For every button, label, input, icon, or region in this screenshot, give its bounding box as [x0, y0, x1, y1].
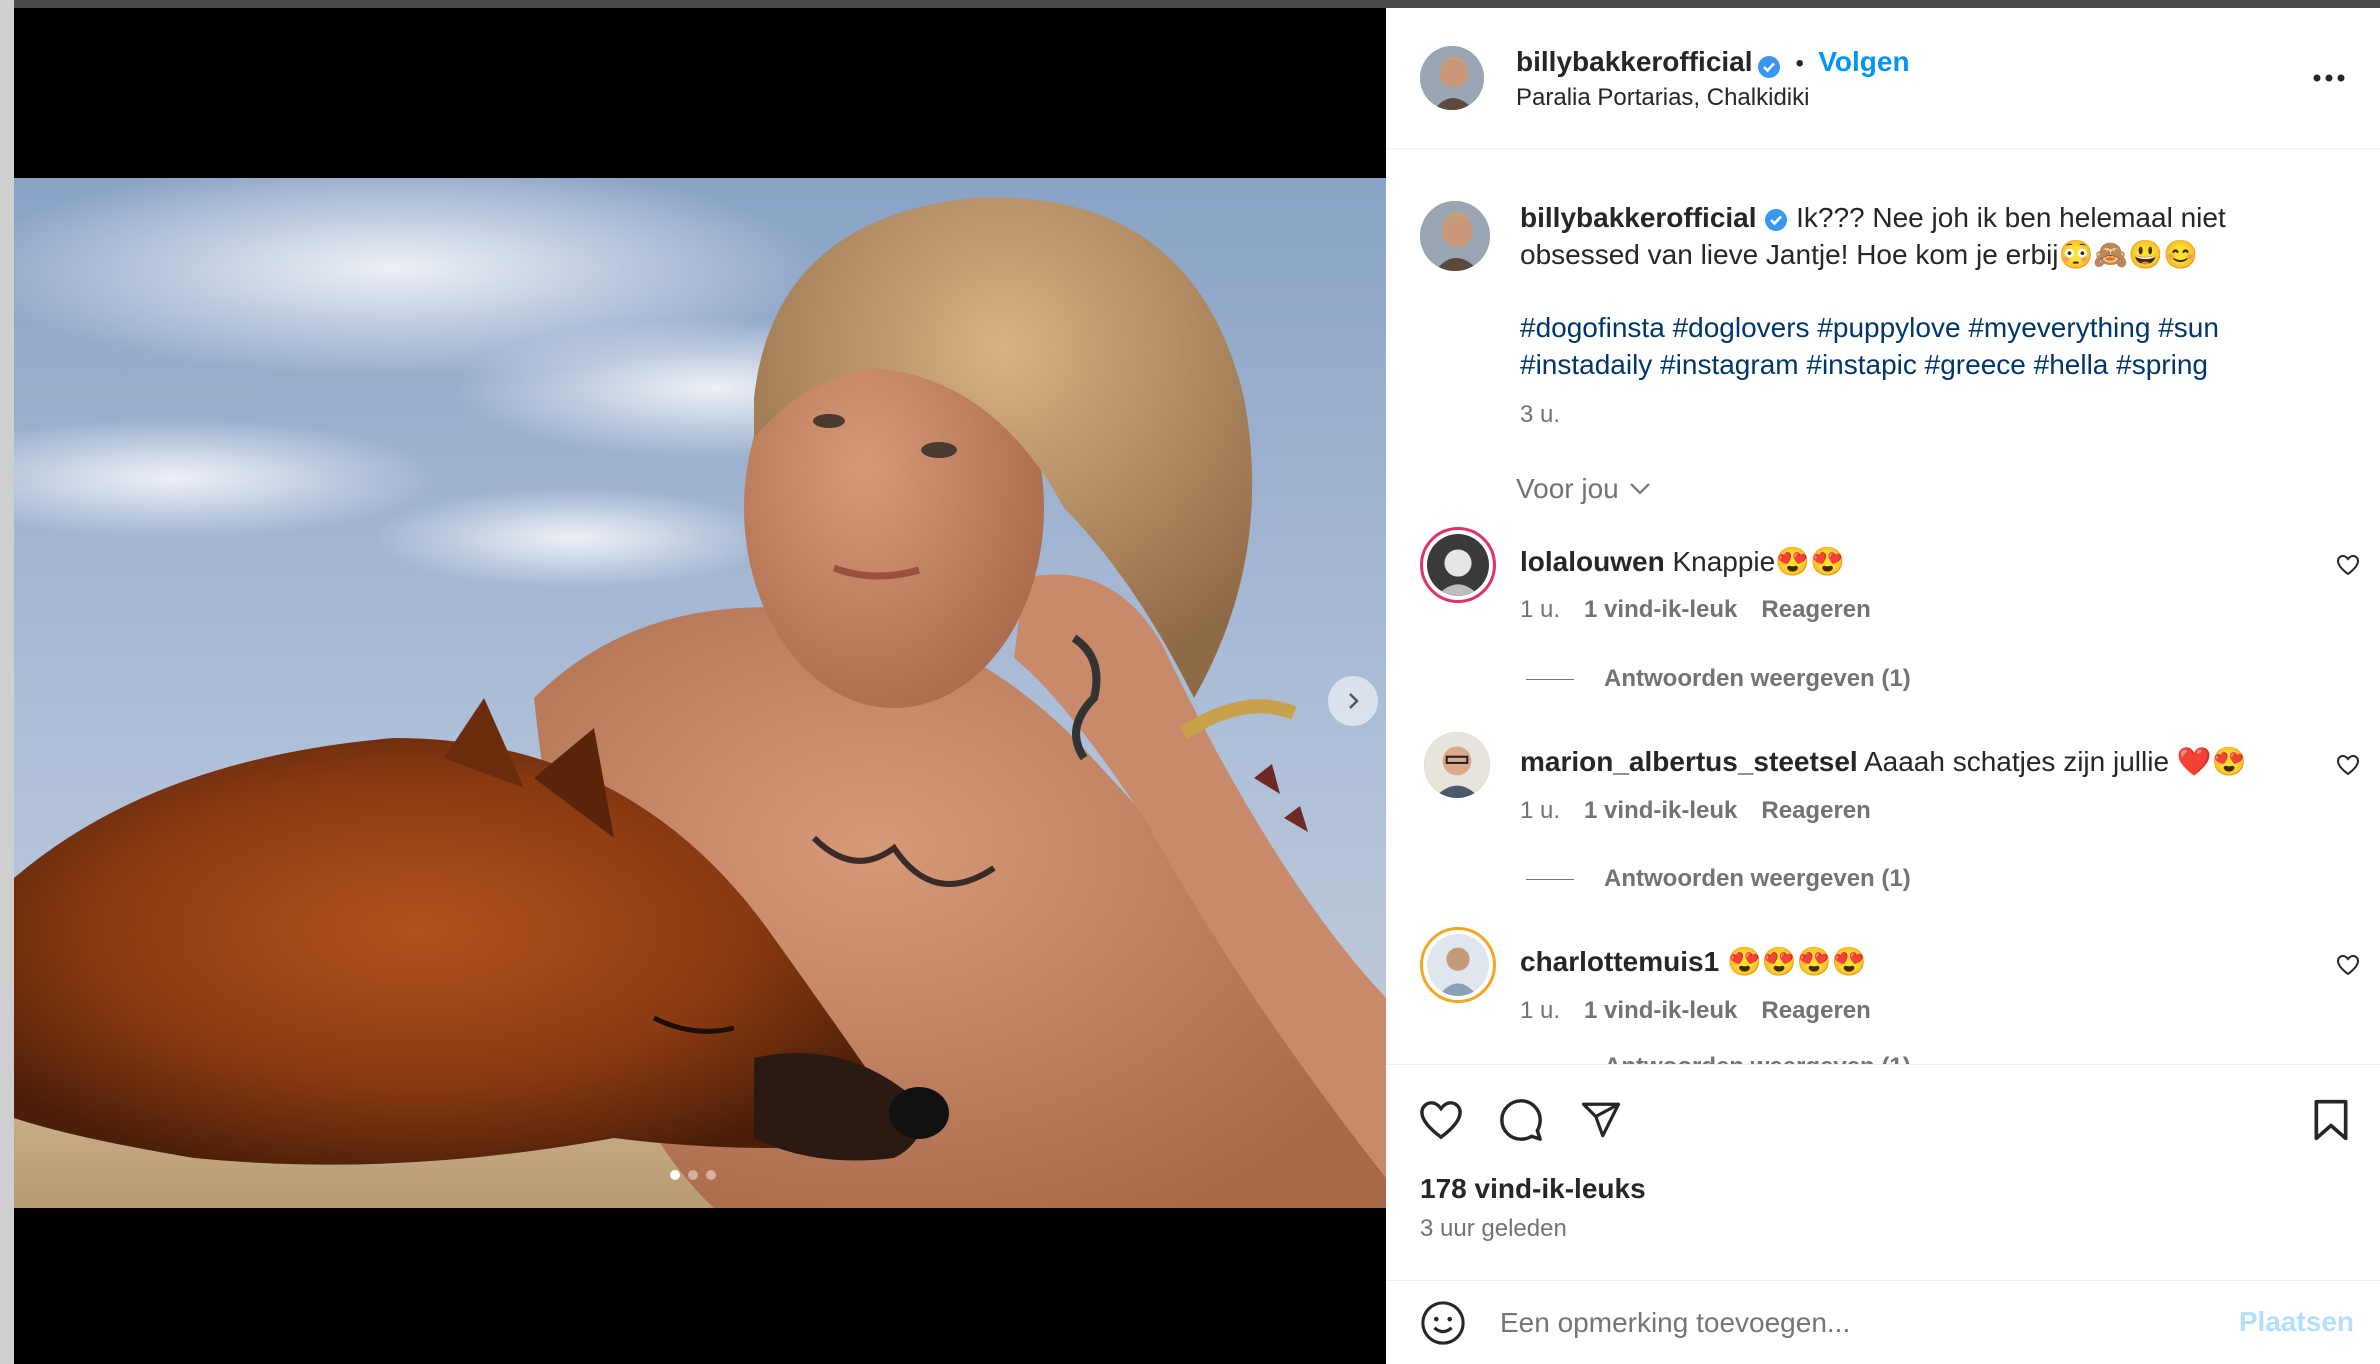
- sort-dropdown[interactable]: Voor jou: [1516, 473, 1651, 505]
- chevron-down-icon: [1629, 483, 1650, 495]
- comment-like-icon[interactable]: [2336, 954, 2360, 976]
- heart-icon: [1420, 1101, 1462, 1140]
- comment-likes[interactable]: 1 vind-ik-leuk: [1584, 797, 1737, 825]
- comment-text: Knappie😍😍: [1672, 546, 1845, 577]
- background-top-strip: [14, 0, 2380, 8]
- comment-icon: [1500, 1099, 1542, 1141]
- view-replies-button[interactable]: Antwoorden weergeven (1): [1604, 665, 1911, 693]
- comment-time[interactable]: 1 u.: [1520, 596, 1560, 624]
- carousel-dot: [670, 1170, 680, 1180]
- comment-avatar[interactable]: [1420, 927, 1496, 1003]
- hashtags-line-2[interactable]: #instadaily #instagram #instapic #greece…: [1520, 346, 2340, 383]
- caption-hashtags: #dogofinsta #doglovers #puppylove #myeve…: [1520, 309, 2340, 383]
- comment-username[interactable]: lolalouwen: [1520, 546, 1665, 577]
- share-button[interactable]: [1576, 1095, 1626, 1145]
- more-options-icon: [2313, 74, 2345, 82]
- post-media: [14, 8, 1386, 1364]
- carousel-dot: [688, 1170, 698, 1180]
- caption-avatar[interactable]: [1420, 201, 1490, 271]
- caption-username[interactable]: billybakkerofficial: [1520, 202, 1757, 233]
- location-link[interactable]: Paralia Portarias, Chalkidiki: [1516, 84, 1809, 112]
- view-replies-button[interactable]: Antwoorden weergeven (1): [1604, 1053, 1911, 1064]
- post-timestamp[interactable]: 3 uur geleden: [1420, 1215, 1567, 1243]
- follow-button[interactable]: Volgen: [1818, 46, 1909, 77]
- comment-like-icon[interactable]: [2336, 554, 2360, 576]
- comment-avatar[interactable]: [1420, 527, 1496, 603]
- comment-button[interactable]: [1496, 1095, 1546, 1145]
- post-header: billybakkerofficial • Volgen Paralia Por…: [1386, 8, 2380, 149]
- author-username[interactable]: billybakkerofficial: [1516, 46, 1753, 77]
- reply-button[interactable]: Reageren: [1761, 997, 1870, 1025]
- caption-time[interactable]: 3 u.: [1520, 401, 1560, 429]
- view-replies-button[interactable]: Antwoorden weergeven (1): [1604, 865, 1911, 893]
- post-photo[interactable]: [14, 178, 1386, 1208]
- sort-label: Voor jou: [1516, 473, 1619, 504]
- next-slide-icon: [1349, 693, 1359, 709]
- verified-badge-icon: [1758, 55, 1780, 78]
- post-actions: 178 vind-ik-leuks 3 uur geleden: [1386, 1064, 2380, 1281]
- comment-text: Aaaah schatjes zijn jullie ❤️😍: [1863, 746, 2247, 777]
- comment-likes[interactable]: 1 vind-ik-leuk: [1584, 596, 1737, 624]
- comments-list[interactable]: billybakkerofficial Ik??? Nee joh ik ben…: [1386, 149, 2380, 1064]
- comment-time[interactable]: 1 u.: [1520, 797, 1560, 825]
- bookmark-icon: [2314, 1099, 2348, 1141]
- share-icon: [1581, 1102, 1621, 1138]
- emoji-icon: [1421, 1301, 1465, 1345]
- post-detail-panel: billybakkerofficial • Volgen Paralia Por…: [1386, 8, 2380, 1364]
- comment-likes[interactable]: 1 vind-ik-leuk: [1584, 997, 1737, 1025]
- verified-badge-icon: [1765, 208, 1788, 231]
- add-comment-bar: Plaatsen: [1386, 1280, 2380, 1364]
- author-avatar[interactable]: [1420, 46, 1484, 110]
- comment-username[interactable]: charlottemuis1: [1520, 946, 1719, 977]
- carousel-dot: [706, 1170, 716, 1180]
- save-button[interactable]: [2306, 1095, 2356, 1145]
- comment-time[interactable]: 1 u.: [1520, 997, 1560, 1025]
- header-separator: •: [1795, 50, 1804, 77]
- next-slide-button[interactable]: [1328, 676, 1378, 726]
- reply-button[interactable]: Reageren: [1761, 596, 1870, 624]
- reply-line: [1526, 678, 1574, 680]
- comment-like-icon[interactable]: [2336, 754, 2360, 776]
- comment-text: 😍😍😍😍: [1726, 946, 1867, 977]
- more-options-button[interactable]: [2306, 58, 2352, 98]
- like-button[interactable]: [1416, 1095, 1466, 1145]
- hashtags-line-1[interactable]: #dogofinsta #doglovers #puppylove #myeve…: [1520, 309, 2340, 346]
- reply-line: [1526, 878, 1574, 880]
- carousel-dots: [670, 1170, 716, 1180]
- likes-count[interactable]: 178 vind-ik-leuks: [1420, 1173, 1646, 1205]
- post-comment-button[interactable]: Plaatsen: [2239, 1306, 2354, 1338]
- comment-avatar[interactable]: [1424, 732, 1490, 798]
- comment-username[interactable]: marion_albertus_steetsel: [1520, 746, 1858, 777]
- comment-input[interactable]: [1498, 1300, 2202, 1346]
- emoji-button[interactable]: [1418, 1298, 1468, 1348]
- caption: billybakkerofficial Ik??? Nee joh ik ben…: [1520, 199, 2320, 273]
- background-page: [0, 0, 14, 1364]
- reply-button[interactable]: Reageren: [1761, 797, 1870, 825]
